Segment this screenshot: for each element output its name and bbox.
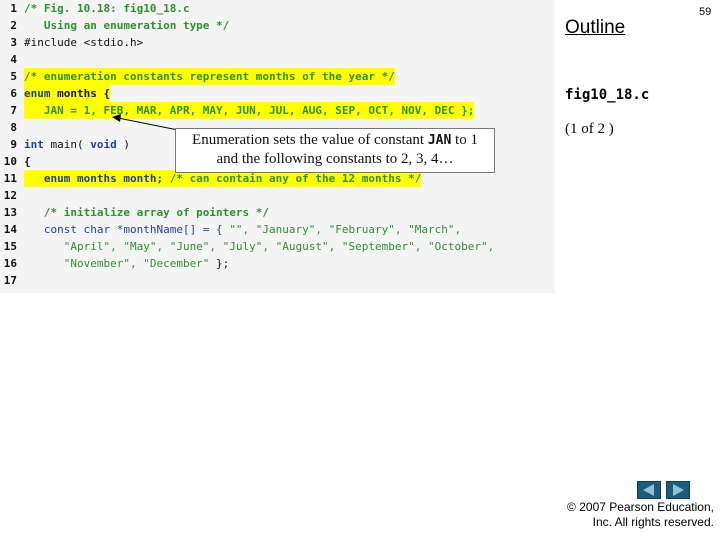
outline-link[interactable]: Outline bbox=[565, 17, 625, 39]
copyright-notice: © 2007 Pearson Education, Inc. All right… bbox=[514, 500, 714, 530]
page-number: 59 bbox=[699, 6, 712, 18]
next-slide-button[interactable] bbox=[666, 481, 690, 499]
callout-line-2: and the following constants to 2, 3, 4… bbox=[216, 151, 454, 167]
triangle-left-icon bbox=[643, 484, 654, 496]
callout-line-1: Enumeration sets the value of constant J… bbox=[176, 131, 494, 150]
callout-box: Enumeration sets the value of constant J… bbox=[175, 128, 495, 173]
triangle-right-icon bbox=[673, 484, 684, 496]
copyright-line-2: Inc. All rights reserved. bbox=[592, 515, 714, 529]
part-indicator: (1 of 2 ) bbox=[565, 121, 614, 137]
callout-text-before: Enumeration sets the value of constant bbox=[192, 132, 428, 148]
callout-text-after: to 1 bbox=[451, 132, 478, 148]
callout-constant: JAN bbox=[427, 133, 452, 148]
file-name: fig10_18.c bbox=[565, 87, 650, 103]
callout-arrow bbox=[112, 114, 179, 131]
previous-slide-button[interactable] bbox=[637, 481, 661, 499]
copyright-line-1: © 2007 Pearson Education, bbox=[567, 500, 714, 514]
